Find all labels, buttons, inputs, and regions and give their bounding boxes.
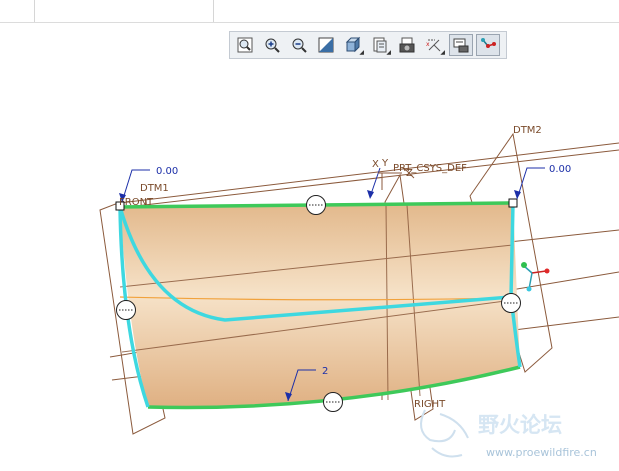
csys-axis-z-label: Z	[406, 168, 413, 179]
watermark-url: www.proewildfire.cn	[486, 446, 597, 459]
dimension-bottom-weight[interactable]: 2	[322, 366, 328, 377]
corner-handle-right[interactable]	[508, 198, 518, 208]
boundary-handle-left	[116, 300, 136, 320]
boundary-handle-bottom	[323, 392, 343, 412]
boundary-handle-right	[501, 293, 521, 313]
forum-watermark: 野火论坛 www.proewildfire.cn	[420, 409, 597, 459]
datum-edge	[117, 149, 619, 209]
datum-label-front: FRONT	[119, 197, 154, 208]
datum-label-dtm1: DTM1	[140, 183, 169, 194]
csys-axis-y-label: Y	[381, 158, 389, 169]
flame-logo-icon	[420, 409, 469, 458]
model-viewport[interactable]: DTM2 DTM1 FRONT RIGHT PRT_CSYS_DEF X Y Z…	[0, 0, 619, 471]
boundary-handle-top	[306, 195, 326, 215]
csys-label: PRT_CSYS_DEF	[393, 163, 467, 174]
dimension-right-angle[interactable]: 0.00	[549, 164, 571, 175]
dimension-left-angle[interactable]: 0.00	[156, 166, 178, 177]
csys-axis-x-label: X	[372, 159, 379, 170]
watermark-title: 野火论坛	[478, 413, 562, 437]
spin-center-icon	[521, 262, 550, 292]
boundary-blend-surface[interactable]	[120, 203, 520, 408]
datum-label-dtm2: DTM2	[513, 125, 542, 136]
datum-label-right: RIGHT	[414, 399, 446, 410]
